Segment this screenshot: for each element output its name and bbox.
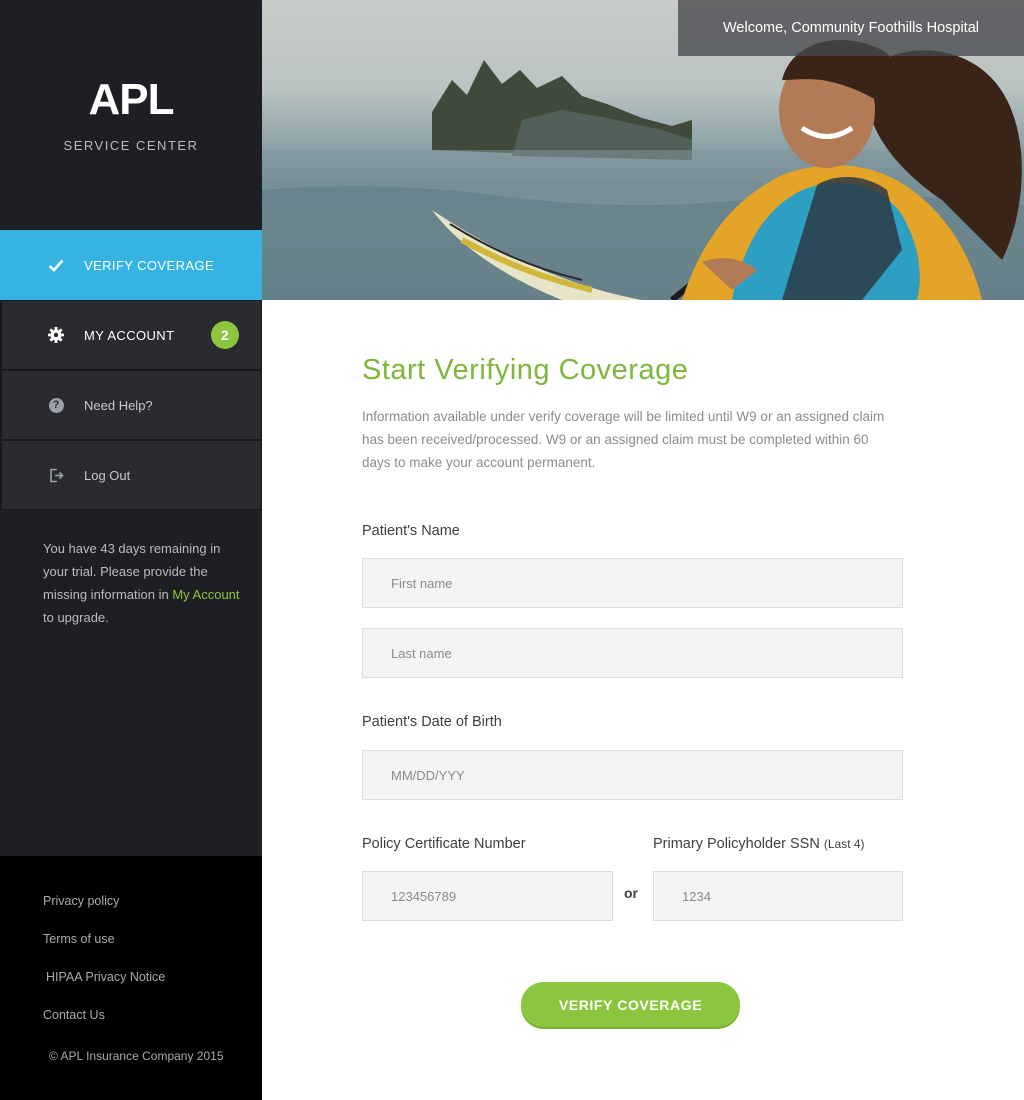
hero-banner: Welcome, Community Foothills Hospital [262,0,1024,300]
sidebar: APL SERVICE CENTER VERIFY COVERAGE MY AC… [0,0,262,1100]
sidebar-item-label: MY ACCOUNT [84,327,175,343]
trial-text-end: to upgrade. [43,610,109,625]
sidebar-item-need-help[interactable]: ? Need Help? [0,370,262,440]
gear-icon [47,326,65,344]
first-name-field[interactable] [362,558,903,608]
dob-field[interactable] [362,750,903,800]
help-icon: ? [47,396,65,414]
logo-subtitle: SERVICE CENTER [63,138,199,153]
last-name-field[interactable] [362,628,903,678]
logo[interactable]: APL SERVICE CENTER [0,75,262,154]
hipaa-notice-link[interactable]: HIPAA Privacy Notice [46,970,165,984]
sidebar-item-label: Need Help? [84,397,153,413]
check-icon [47,256,65,274]
my-account-link[interactable]: My Account [172,587,239,602]
page-title: Start Verifying Coverage [362,354,689,386]
ssn-label: Primary Policyholder SSN (Last 4) [653,836,865,852]
notification-badge: 2 [211,321,239,349]
sidebar-item-label: Log Out [84,467,131,483]
logo-mark: APL [88,75,175,124]
intro-text: Information available under verify cover… [362,409,885,470]
patient-name-label: Patient's Name [362,523,460,539]
policy-number-field[interactable] [362,871,613,921]
sidebar-item-label: VERIFY COVERAGE [84,257,215,273]
ssn-field[interactable] [653,871,903,921]
welcome-message: Welcome, Community Foothills Hospital [678,0,1024,56]
copyright: © APL Insurance Company 2015 [49,1049,224,1063]
sidebar-item-log-out[interactable]: Log Out [0,440,262,510]
trial-notice: You have 43 days remaining in your trial… [43,537,243,629]
or-separator: or [624,885,638,901]
verify-coverage-button[interactable]: VERIFY COVERAGE [521,982,740,1027]
policy-number-label: Policy Certificate Number [362,836,526,852]
sidebar-item-verify-coverage[interactable]: VERIFY COVERAGE [0,230,262,300]
logout-icon [47,466,65,484]
contact-us-link[interactable]: Contact Us [43,1008,105,1022]
sidebar-footer: Privacy policy Terms of use HIPAA Privac… [0,856,262,1100]
ssn-label-suffix: (Last 4) [823,837,865,851]
dob-label: Patient's Date of Birth [362,714,502,730]
privacy-policy-link[interactable]: Privacy policy [43,894,119,908]
sidebar-nav: VERIFY COVERAGE MY ACCOUNT 2 ? Need Help… [0,230,262,510]
sidebar-item-my-account[interactable]: MY ACCOUNT 2 [0,300,262,370]
ssn-label-text: Primary Policyholder SSN [653,836,820,852]
terms-of-use-link[interactable]: Terms of use [43,932,115,946]
